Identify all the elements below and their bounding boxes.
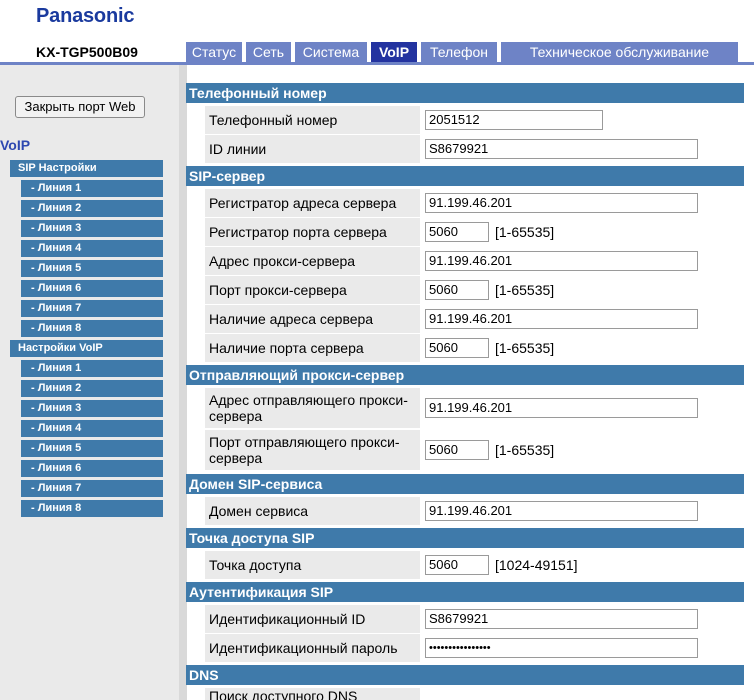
value-cell-dns-search <box>422 688 744 700</box>
value-cell-outbound-proxy-address: 91.199.46.201 <box>422 388 744 428</box>
sidebar-title: VoIP <box>0 137 31 153</box>
sidebar-sip-line-3[interactable]: - Линия 3 <box>21 220 163 237</box>
sidebar-sip-line-4[interactable]: - Линия 4 <box>21 240 163 257</box>
label-dns-search: Поиск доступного DNS <box>205 688 420 700</box>
value-cell-registrar-port: 5060 [1-65535] <box>422 218 744 246</box>
sidebar-sip-line-1[interactable]: - Линия 1 <box>21 180 163 197</box>
sidebar-voip-line-6[interactable]: - Линия 6 <box>21 460 163 477</box>
label-auth-password: Идентификационный пароль <box>205 634 420 662</box>
auth-password-input[interactable]: •••••••••••••••• <box>425 638 698 658</box>
sidebar-sip-line-5[interactable]: - Линия 5 <box>21 260 163 277</box>
section-sip-server: SIP-сервер <box>186 166 744 186</box>
section-sip-auth: Аутентификация SIP <box>186 582 744 602</box>
sidebar-sip-line-7[interactable]: - Линия 7 <box>21 300 163 317</box>
presence-address-input[interactable]: 91.199.46.201 <box>425 309 698 329</box>
section-phone-number: Телефонный номер <box>186 83 744 103</box>
label-proxy-address: Адрес прокси-сервера <box>205 247 420 275</box>
line-id-input[interactable]: S8679921 <box>425 139 698 159</box>
value-cell-outbound-proxy-port: 5060 [1-65535] <box>422 430 744 470</box>
section-outbound-proxy: Отправляющий прокси-сервер <box>186 365 744 385</box>
value-cell-proxy-port: 5060 [1-65535] <box>422 276 744 304</box>
tab-status[interactable]: Статус <box>186 42 242 62</box>
value-cell-registrar-address: 91.199.46.201 <box>422 189 744 217</box>
sidebar-sip-settings[interactable]: SIP Настройки <box>10 160 163 177</box>
access-point-port-range: [1024-49151] <box>495 557 578 573</box>
value-cell-phone-number: 2051512 <box>422 106 744 134</box>
sidebar-voip-line-5[interactable]: - Линия 5 <box>21 440 163 457</box>
tab-voip[interactable]: VoIP <box>371 42 417 62</box>
proxy-port-input[interactable]: 5060 <box>425 280 489 300</box>
access-point-port-input[interactable]: 5060 <box>425 555 489 575</box>
presence-port-range: [1-65535] <box>495 340 555 356</box>
sidebar-sip-line-6[interactable]: - Линия 6 <box>21 280 163 297</box>
label-access-point: Точка доступа <box>205 551 420 579</box>
value-cell-proxy-address: 91.199.46.201 <box>422 247 744 275</box>
sidebar-voip-line-2[interactable]: - Линия 2 <box>21 380 163 397</box>
tab-system[interactable]: Система <box>295 42 367 62</box>
panasonic-logo: Panasonic <box>36 5 135 27</box>
sidebar-voip-line-1[interactable]: - Линия 1 <box>21 360 163 377</box>
section-sip-access-point: Точка доступа SIP <box>186 528 744 548</box>
outbound-proxy-port-input[interactable]: 5060 <box>425 440 489 460</box>
value-cell-presence-address: 91.199.46.201 <box>422 305 744 333</box>
label-outbound-proxy-address: Адрес отправляющего прокси-сервера <box>205 388 420 428</box>
sidebar-voip-line-3[interactable]: - Линия 3 <box>21 400 163 417</box>
value-cell-auth-password: •••••••••••••••• <box>422 634 744 662</box>
sidebar: Закрыть порт Web VoIP SIP Настройки - Ли… <box>0 65 179 700</box>
label-registrar-port: Регистратор порта сервера <box>205 218 420 246</box>
label-phone-number: Телефонный номер <box>205 106 420 134</box>
registrar-address-input[interactable]: 91.199.46.201 <box>425 193 698 213</box>
label-registrar-address: Регистратор адреса сервера <box>205 189 420 217</box>
sidebar-voip-line-4[interactable]: - Линия 4 <box>21 420 163 437</box>
label-outbound-proxy-port: Порт отправляющего прокси-сервера <box>205 430 420 470</box>
top-navigation: Статус Сеть Система VoIP Телефон Техниче… <box>0 42 754 62</box>
close-web-port-button[interactable]: Закрыть порт Web <box>15 96 145 118</box>
label-auth-id: Идентификационный ID <box>205 605 420 633</box>
phone-number-input[interactable]: 2051512 <box>425 110 603 130</box>
tab-telephone[interactable]: Телефон <box>421 42 497 62</box>
value-cell-auth-id: S8679921 <box>422 605 744 633</box>
tab-maintenance[interactable]: Техническое обслуживание <box>501 42 738 62</box>
outbound-proxy-port-range: [1-65535] <box>495 442 555 458</box>
proxy-port-range: [1-65535] <box>495 282 555 298</box>
sidebar-sip-line-2[interactable]: - Линия 2 <box>21 200 163 217</box>
outbound-proxy-address-input[interactable]: 91.199.46.201 <box>425 398 698 418</box>
sidebar-sip-line-8[interactable]: - Линия 8 <box>21 320 163 337</box>
registrar-port-range: [1-65535] <box>495 224 555 240</box>
value-cell-line-id: S8679921 <box>422 135 744 163</box>
sidebar-voip-line-7[interactable]: - Линия 7 <box>21 480 163 497</box>
section-sip-domain: Домен SIP-сервиса <box>186 474 744 494</box>
sidebar-voip-settings[interactable]: Настройки VoIP <box>10 340 163 357</box>
value-cell-service-domain: 91.199.46.201 <box>422 497 744 525</box>
tab-network[interactable]: Сеть <box>246 42 291 62</box>
sidebar-voip-line-8[interactable]: - Линия 8 <box>21 500 163 517</box>
value-cell-access-point: 5060 [1024-49151] <box>422 551 744 579</box>
section-dns: DNS <box>186 665 744 685</box>
label-presence-port: Наличие порта сервера <box>205 334 420 362</box>
value-cell-presence-port: 5060 [1-65535] <box>422 334 744 362</box>
service-domain-input[interactable]: 91.199.46.201 <box>425 501 698 521</box>
registrar-port-input[interactable]: 5060 <box>425 222 489 242</box>
auth-id-input[interactable]: S8679921 <box>425 609 698 629</box>
label-line-id: ID линии <box>205 135 420 163</box>
proxy-address-input[interactable]: 91.199.46.201 <box>425 251 698 271</box>
label-presence-address: Наличие адреса сервера <box>205 305 420 333</box>
label-service-domain: Домен сервиса <box>205 497 420 525</box>
presence-port-input[interactable]: 5060 <box>425 338 489 358</box>
label-proxy-port: Порт прокси-сервера <box>205 276 420 304</box>
